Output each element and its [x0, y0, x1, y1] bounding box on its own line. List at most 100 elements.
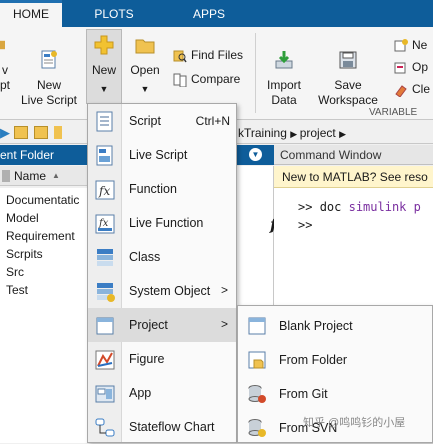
- folder-icon: [54, 126, 62, 139]
- new-variable-icon: [394, 38, 408, 52]
- panel-options-icon[interactable]: ▼: [249, 148, 262, 161]
- panel-header-strip: ▼: [237, 145, 274, 165]
- clear-workspace-icon: [395, 85, 407, 97]
- menu-item-label: Function: [129, 182, 177, 196]
- collapse-icon: [2, 170, 10, 182]
- new-variable-button[interactable]: Ne: [394, 36, 427, 54]
- compare-label: Compare: [191, 72, 241, 86]
- open-variable-label: Op: [412, 60, 429, 74]
- clear-workspace-button[interactable]: Cle: [394, 80, 430, 98]
- submenu-item-from-folder[interactable]: From Folder: [238, 342, 432, 376]
- menu-item-live-function[interactable]: fx Live Function: [88, 206, 236, 240]
- partial-icon: [0, 40, 5, 50]
- menu-item-label: Project: [129, 318, 168, 332]
- menu-item-figure[interactable]: Figure: [88, 342, 236, 376]
- menu-item-script[interactable]: Script Ctrl+N: [88, 104, 236, 138]
- menu-item-project[interactable]: Project >: [88, 308, 236, 342]
- open-label: Open: [130, 63, 160, 77]
- from-folder-icon: [248, 351, 266, 369]
- prompt: >>: [298, 218, 313, 232]
- command-window-title: Command Window: [280, 148, 382, 162]
- breadcrumb-item-project[interactable]: project: [300, 126, 336, 140]
- new-button[interactable]: New ▼: [86, 29, 122, 104]
- current-folder-title: ent Folder: [0, 148, 55, 162]
- menu-item-label: Live Function: [129, 216, 204, 230]
- svg-text:fx: fx: [98, 218, 109, 229]
- submenu-arrow-icon: >: [220, 283, 228, 297]
- list-item[interactable]: Requirement: [6, 227, 75, 245]
- compare-button[interactable]: Compare: [173, 70, 240, 88]
- open-button[interactable]: Open ▼: [127, 35, 163, 97]
- prompt: >>: [298, 200, 313, 214]
- folder-column-header[interactable]: Name ▲: [0, 166, 88, 186]
- command-arg: simulink p: [348, 200, 421, 214]
- live-script-icon: [41, 50, 57, 69]
- submenu-arrow-icon: >: [220, 317, 228, 331]
- new-label: New: [91, 63, 116, 77]
- new-to-matlab-banner: New to MATLAB? See reso: [274, 166, 433, 188]
- project-icon: [96, 317, 114, 335]
- new-live-script-label: New Live Script: [20, 78, 78, 107]
- new-dropdown-menu: Script Ctrl+N Live Script fx Function fx…: [87, 103, 237, 443]
- tab-apps[interactable]: APPS: [182, 0, 236, 27]
- menu-item-label: Script: [129, 114, 161, 128]
- list-item[interactable]: Src: [6, 263, 24, 281]
- live-function-icon: fx: [95, 214, 115, 234]
- menu-item-stateflow-chart[interactable]: Stateflow Chart: [88, 410, 236, 444]
- chevron-down-icon: ▼: [140, 84, 150, 94]
- class-icon: [97, 249, 113, 266]
- variable-group-label: VARIABLE: [369, 107, 418, 118]
- menu-item-live-script[interactable]: Live Script: [88, 138, 236, 172]
- menu-item-app[interactable]: App: [88, 376, 236, 410]
- current-folder-header: ent Folder: [0, 145, 88, 165]
- partial-button[interactable]: v pt: [0, 35, 12, 93]
- browse-folder-icon[interactable]: [34, 126, 48, 139]
- function-icon: fx: [95, 180, 115, 200]
- blank-project-icon: [248, 317, 266, 335]
- open-variable-button[interactable]: Op: [394, 58, 428, 76]
- stateflow-icon: [95, 418, 115, 437]
- find-files-icon: [173, 50, 187, 63]
- folder-list: Documentatic Model Requirement Scrpits S…: [0, 188, 88, 443]
- name-column-label: Name: [14, 169, 47, 183]
- from-git-icon: [248, 385, 266, 403]
- command-window-header: Command Window: [274, 145, 433, 165]
- menu-item-shortcut: Ctrl+N: [195, 114, 230, 128]
- menu-item-system-object[interactable]: System Object >: [88, 274, 236, 308]
- watermark: 知乎 @鸣鸣钐的小屋: [303, 417, 406, 429]
- new-live-script-button[interactable]: New Live Script: [18, 35, 80, 123]
- ribbon-separator: [255, 33, 256, 113]
- list-item[interactable]: Model: [6, 209, 39, 227]
- save-workspace-label: Save Workspace: [318, 78, 378, 107]
- menu-item-function[interactable]: fx Function: [88, 172, 236, 206]
- live-script-icon: [96, 145, 113, 166]
- menu-item-label: System Object: [129, 284, 211, 298]
- up-folder-icon[interactable]: [14, 126, 28, 139]
- submenu-item-blank-project[interactable]: Blank Project: [238, 308, 432, 342]
- forward-arrow-icon[interactable]: ▶: [0, 125, 10, 141]
- list-item[interactable]: Documentatic: [6, 191, 79, 209]
- sort-ascending-icon: ▲: [52, 171, 60, 180]
- find-files-label: Find Files: [191, 48, 244, 62]
- banner-text[interactable]: New to MATLAB? See reso: [282, 170, 428, 184]
- tab-home[interactable]: HOME: [0, 0, 62, 27]
- submenu-item-label: From Git: [279, 387, 328, 401]
- menu-item-label: Class: [129, 250, 161, 264]
- list-item[interactable]: Test: [6, 281, 28, 299]
- menu-item-label: Stateflow Chart: [129, 420, 215, 434]
- breadcrumb-item[interactable]: kTraining: [238, 126, 287, 140]
- find-files-button[interactable]: Find Files: [173, 46, 243, 64]
- import-data-button[interactable]: Import Data: [261, 35, 307, 123]
- compare-icon: [173, 73, 187, 87]
- from-svn-icon: [248, 419, 266, 437]
- list-item[interactable]: Scrpits: [6, 245, 43, 263]
- menu-item-class[interactable]: Class: [88, 240, 236, 274]
- nav-buttons: ▶: [0, 125, 62, 141]
- svg-text:fx: fx: [98, 184, 110, 198]
- menu-item-label: App: [129, 386, 152, 400]
- open-variable-icon: [394, 62, 406, 74]
- command-line: >> doc simulink p: [298, 200, 421, 214]
- import-data-label: Import Data: [266, 78, 301, 107]
- submenu-item-from-git[interactable]: From Git: [238, 376, 432, 410]
- tab-plots[interactable]: PLOTS: [86, 0, 142, 27]
